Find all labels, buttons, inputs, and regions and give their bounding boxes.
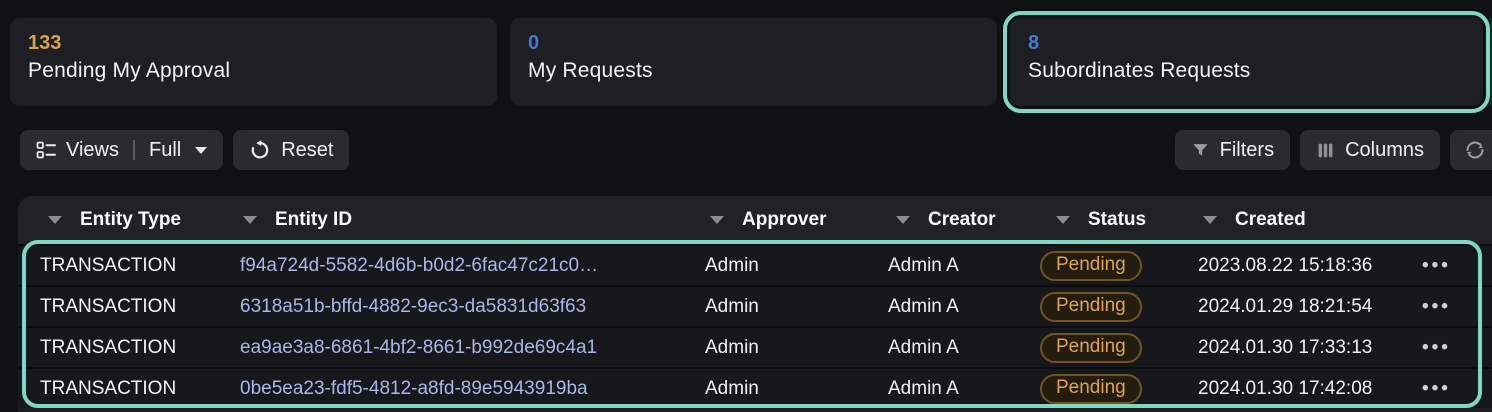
cell-creator: Admin A [888, 337, 1040, 359]
column-header-approver[interactable]: Approver [705, 196, 888, 244]
views-divider [133, 140, 135, 160]
cell-entity-id-link[interactable]: ea9ae3a8-6861-4bf2-8661-b992de69c4a1 [240, 337, 705, 359]
columns-button[interactable]: Columns [1300, 130, 1440, 170]
row-actions-menu-button[interactable]: ••• [1418, 378, 1492, 400]
views-selected-value: Full [149, 139, 181, 162]
column-label: Approver [742, 209, 826, 231]
row-actions-menu-button[interactable]: ••• [1418, 296, 1492, 318]
column-label: Creator [928, 209, 996, 231]
column-menu-caret-icon[interactable] [896, 216, 910, 224]
card-count: 133 [28, 31, 479, 56]
cell-approver: Admin [705, 337, 888, 359]
cell-entity-id-link[interactable]: 6318a51b-bffd-4882-9ec3-da5831d63f63 [240, 296, 705, 318]
column-header-entity-type[interactable]: Entity Type [18, 196, 240, 244]
table-row[interactable]: TRANSACTION 6318a51b-bffd-4882-9ec3-da58… [18, 285, 1492, 326]
table-row[interactable]: TRANSACTION 0be5ea23-fdf5-4812-a8fd-89e5… [18, 367, 1492, 408]
column-label: Created [1235, 209, 1306, 231]
funnel-icon [1191, 141, 1210, 160]
cell-created: 2024.01.29 18:21:54 [1198, 296, 1418, 318]
reset-label: Reset [281, 139, 333, 162]
column-menu-caret-icon[interactable] [710, 216, 724, 224]
cell-entity-id-link[interactable]: f94a724d-5582-4d6b-b0d2-6fac47c21c0… [240, 255, 705, 277]
card-pending-my-approval[interactable]: 133 Pending My Approval [10, 18, 497, 106]
card-my-requests[interactable]: 0 My Requests [510, 18, 997, 106]
status-badge: Pending [1040, 374, 1142, 404]
table-body: TRANSACTION f94a724d-5582-4d6b-b0d2-6fac… [18, 244, 1492, 408]
cell-status: Pending [1040, 374, 1198, 404]
cell-created: 2023.08.22 15:18:36 [1198, 255, 1418, 277]
column-menu-caret-icon[interactable] [1056, 216, 1070, 224]
views-label: Views [66, 139, 119, 162]
table-row[interactable]: TRANSACTION f94a724d-5582-4d6b-b0d2-6fac… [18, 244, 1492, 285]
cell-entity-type: TRANSACTION [18, 255, 240, 277]
cell-entity-type: TRANSACTION [18, 296, 240, 318]
column-header-status[interactable]: Status [1040, 196, 1198, 244]
column-menu-caret-icon[interactable] [48, 216, 62, 224]
card-count: 8 [1028, 31, 1465, 56]
cell-status: Pending [1040, 292, 1198, 322]
cell-status: Pending [1040, 333, 1198, 363]
views-button[interactable]: Views Full [20, 130, 223, 170]
table-row[interactable]: TRANSACTION ea9ae3a8-6861-4bf2-8661-b992… [18, 326, 1492, 367]
toolbar-left-group: Views Full Reset [20, 130, 349, 170]
next-card-sliver [1487, 18, 1492, 106]
table-header-row: Entity Type Entity ID Approver Creator S… [18, 196, 1492, 244]
column-menu-caret-icon[interactable] [1203, 216, 1217, 224]
status-badge: Pending [1040, 292, 1142, 322]
cell-entity-id-link[interactable]: 0be5ea23-fdf5-4812-a8fd-89e5943919ba [240, 378, 705, 400]
columns-icon [1316, 141, 1335, 160]
table-toolbar: Views Full Reset Filters [20, 130, 1492, 170]
column-header-creator[interactable]: Creator [888, 196, 1040, 244]
toolbar-right-group: Filters Columns [1175, 130, 1492, 170]
status-badge: Pending [1040, 251, 1142, 281]
cell-creator: Admin A [888, 378, 1040, 400]
column-label: Status [1088, 209, 1146, 231]
column-menu-caret-icon[interactable] [243, 216, 257, 224]
refresh-button[interactable] [1450, 130, 1492, 170]
status-badge: Pending [1040, 333, 1142, 363]
column-label: Entity Type [80, 209, 181, 231]
column-header-actions [1418, 196, 1492, 244]
summary-cards-row: 133 Pending My Approval 0 My Requests 8 … [10, 18, 1483, 106]
filters-button[interactable]: Filters [1175, 130, 1290, 170]
card-subordinates-requests[interactable]: 8 Subordinates Requests [1010, 18, 1483, 106]
chevron-down-icon [195, 147, 207, 154]
cell-entity-type: TRANSACTION [18, 378, 240, 400]
card-label: Pending My Approval [28, 59, 479, 83]
filters-label: Filters [1220, 139, 1274, 162]
cell-approver: Admin [705, 378, 888, 400]
list-views-icon [36, 140, 56, 160]
next-row-sliver [18, 408, 1492, 412]
row-actions-menu-button[interactable]: ••• [1418, 255, 1492, 277]
card-label: My Requests [528, 59, 979, 83]
cell-created: 2024.01.30 17:42:08 [1198, 378, 1418, 400]
cell-created: 2024.01.30 17:33:13 [1198, 337, 1418, 359]
column-header-created[interactable]: Created [1198, 196, 1418, 244]
cell-approver: Admin [705, 255, 888, 277]
cell-status: Pending [1040, 251, 1198, 281]
cell-approver: Admin [705, 296, 888, 318]
cell-creator: Admin A [888, 255, 1040, 277]
column-label: Entity ID [275, 209, 352, 231]
columns-label: Columns [1345, 139, 1424, 162]
requests-table: Entity Type Entity ID Approver Creator S… [18, 196, 1492, 408]
refresh-icon [1463, 138, 1487, 162]
approvals-page: { "summary_cards": [ { "count": "133", "… [0, 0, 1492, 412]
column-header-entity-id[interactable]: Entity ID [240, 196, 705, 244]
card-count: 0 [528, 31, 979, 56]
cell-creator: Admin A [888, 296, 1040, 318]
undo-icon [249, 139, 271, 161]
reset-button[interactable]: Reset [233, 130, 349, 170]
cell-entity-type: TRANSACTION [18, 337, 240, 359]
card-label: Subordinates Requests [1028, 59, 1465, 83]
row-actions-menu-button[interactable]: ••• [1418, 337, 1492, 359]
